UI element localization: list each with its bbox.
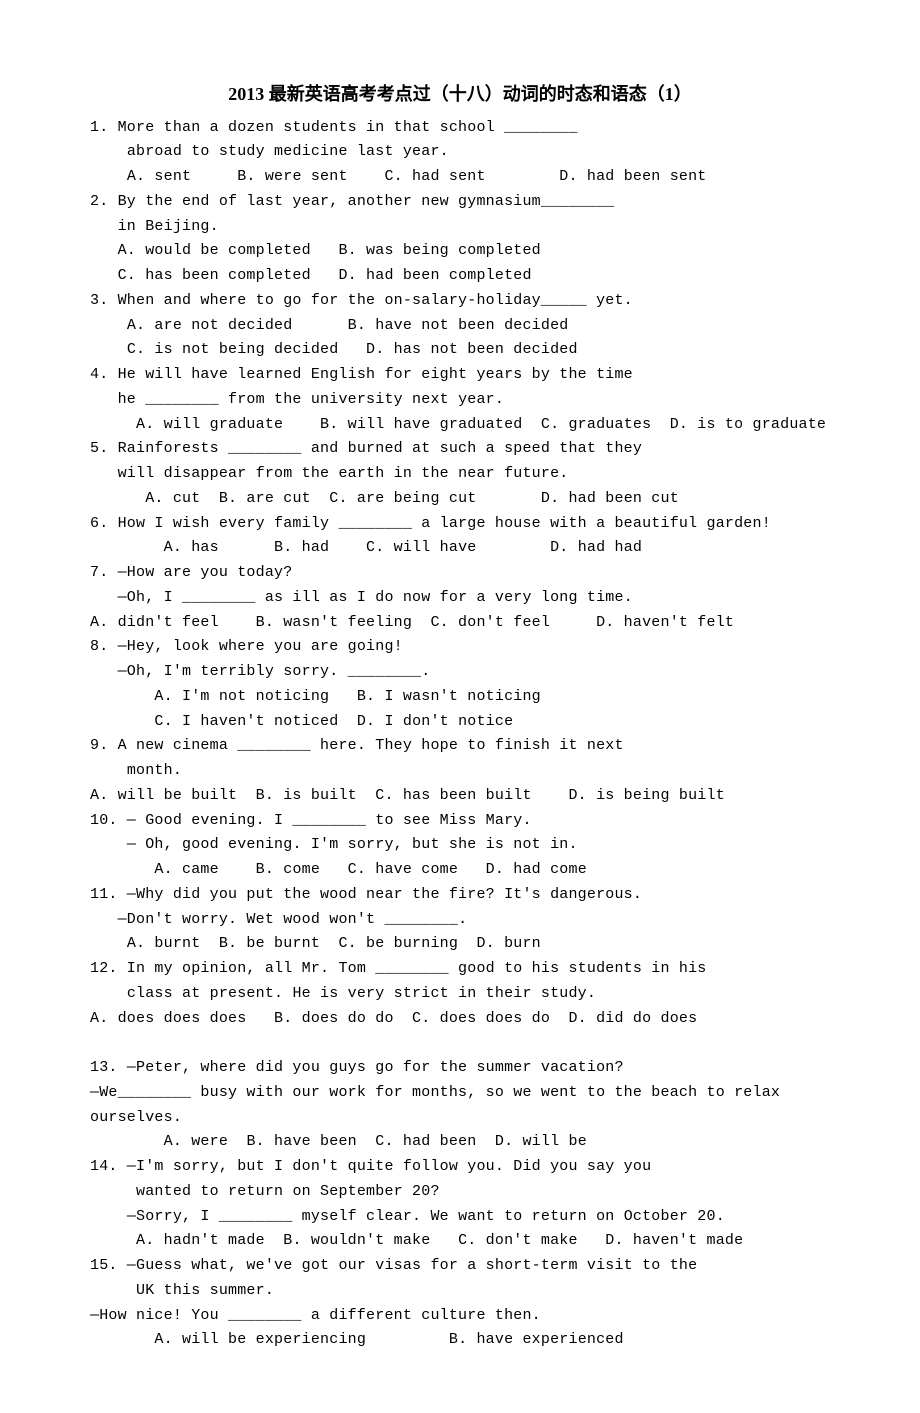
question-stem: 13. —Peter, where did you guys go for th… (90, 1056, 830, 1081)
question-line: A. sent B. were sent C. had sent D. had … (90, 165, 830, 190)
question-line: C. I haven't noticed D. I don't notice (90, 710, 830, 735)
question-line: wanted to return on September 20? (90, 1180, 830, 1205)
question-stem: 8. —Hey, look where you are going! (90, 635, 830, 660)
question-line: —We________ busy with our work for month… (90, 1081, 830, 1131)
question-line: class at present. He is very strict in t… (90, 982, 830, 1007)
question-line: A. I'm not noticing B. I wasn't noticing (90, 685, 830, 710)
question-stem: 7. —How are you today? (90, 561, 830, 586)
question-line: A. burnt B. be burnt C. be burning D. bu… (90, 932, 830, 957)
question-stem: 1. More than a dozen students in that sc… (90, 116, 830, 141)
question-stem: 14. —I'm sorry, but I don't quite follow… (90, 1155, 830, 1180)
question-line: month. (90, 759, 830, 784)
question-line: —Sorry, I ________ myself clear. We want… (90, 1205, 830, 1230)
question-stem: 2. By the end of last year, another new … (90, 190, 830, 215)
question-line: abroad to study medicine last year. (90, 140, 830, 165)
answer-options: A. didn't feel B. wasn't feeling C. don'… (90, 611, 830, 636)
question-line: A. hadn't made B. wouldn't make C. don't… (90, 1229, 830, 1254)
question-line: C. is not being decided D. has not been … (90, 338, 830, 363)
question-line: will disappear from the earth in the nea… (90, 462, 830, 487)
question-line: A. cut B. are cut C. are being cut D. ha… (90, 487, 830, 512)
question-line: A. came B. come C. have come D. had come (90, 858, 830, 883)
answer-options: A. will be experiencing B. have experien… (90, 1328, 830, 1353)
question-line: —Oh, I ________ as ill as I do now for a… (90, 586, 830, 611)
question-stem: 3. When and where to go for the on-salar… (90, 289, 830, 314)
question-line: — Oh, good evening. I'm sorry, but she i… (90, 833, 830, 858)
question-line: in Beijing. (90, 215, 830, 240)
question-stem: 4. He will have learned English for eigh… (90, 363, 830, 388)
question-stem: 9. A new cinema ________ here. They hope… (90, 734, 830, 759)
question-line: A. has B. had C. will have D. had had (90, 536, 830, 561)
answer-options: A. were B. have been C. had been D. will… (90, 1130, 830, 1155)
question-line: A. are not decided B. have not been deci… (90, 314, 830, 339)
question-line: —Don't worry. Wet wood won't ________. (90, 908, 830, 933)
question-line: —Oh, I'm terribly sorry. ________. (90, 660, 830, 685)
question-line: A. will graduate B. will have graduated … (90, 413, 830, 438)
question-line: UK this summer. (90, 1279, 830, 1304)
question-stem: 6. How I wish every family ________ a la… (90, 512, 830, 537)
question-stem: 12. In my opinion, all Mr. Tom ________ … (90, 957, 830, 982)
question-stem: 10. — Good evening. I ________ to see Mi… (90, 809, 830, 834)
answer-options: A. does does does B. does do do C. does … (90, 1007, 830, 1032)
question-line: A. would be completed B. was being compl… (90, 239, 830, 264)
page-title: 2013 最新英语高考考点过（十八）动词的时态和语态（1） (90, 80, 830, 110)
question-stem: 15. —Guess what, we've got our visas for… (90, 1254, 830, 1279)
answer-options: A. will be built B. is built C. has been… (90, 784, 830, 809)
question-stem: 11. —Why did you put the wood near the f… (90, 883, 830, 908)
blank-line (90, 1031, 830, 1056)
question-line: —How nice! You ________ a different cult… (90, 1304, 830, 1329)
question-line: C. has been completed D. had been comple… (90, 264, 830, 289)
questions-container: 1. More than a dozen students in that sc… (90, 116, 830, 1354)
question-stem: 5. Rainforests ________ and burned at su… (90, 437, 830, 462)
question-line: he ________ from the university next yea… (90, 388, 830, 413)
